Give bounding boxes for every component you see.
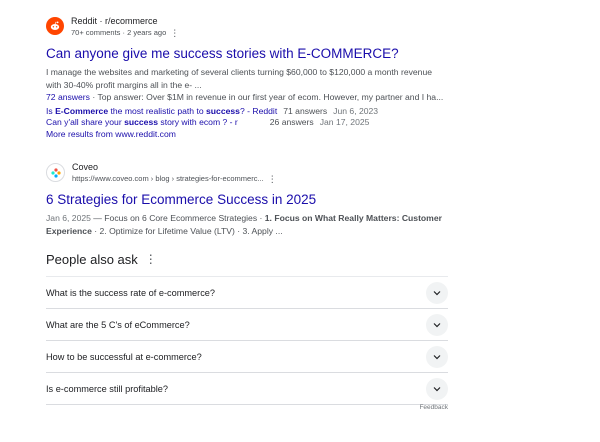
sitelink-bold: E-Commerce [55,105,109,116]
sitelink-link[interactable]: Can y'all share your success story with … [46,117,238,128]
reddit-logo-icon [46,17,64,35]
paa-menu-icon[interactable]: ⋮ [145,252,157,266]
paa-heading: People also ask [46,251,138,267]
more-options-icon[interactable]: ⋮ [268,174,277,184]
source-name: Coveo [72,162,99,172]
more-options-icon[interactable]: ⋮ [170,28,179,38]
sitelink-text: ? - Reddit [239,105,278,116]
result-source[interactable]: Reddit · r/ecommerce 70+ comments · 2 ye… [46,16,456,38]
sitelink-answers: 71 answers [283,105,328,116]
sitelink-bold: success [206,105,240,116]
result-title-link[interactable]: 6 Strategies for Ecommerce Success in 20… [46,191,456,208]
sitelink-date: Jan 17, 2025 [319,116,370,127]
sitelink-text: the most realistic path to [108,105,207,116]
sitelink-date: Jun 6, 2023 [333,105,379,116]
paa-header: People also ask ⋮ [46,249,448,269]
search-result-reddit: Reddit · r/ecommerce 70+ comments · 2 ye… [46,16,456,139]
source-meta: 70+ comments · 2 years ago [71,28,167,37]
people-also-ask: People also ask ⋮ What is the success ra… [46,249,448,411]
sitelink-row: Can y'all share your success story with … [46,117,456,128]
sitelinks: Is E-Commerce the most realistic path to… [46,106,456,128]
feedback-link[interactable]: Feedback [419,404,448,411]
snippet-line: I manage the websites and marketing of s… [46,67,433,77]
snippet-text: · 2. Optimize for Lifetime Value (LTV) ·… [91,225,283,236]
paa-list: What is the success rate of e-commerce? … [46,276,448,405]
result-date: Jan 6, 2025 [46,213,91,223]
result-snippet: I manage the websites and marketing of s… [46,66,456,104]
chevron-down-icon[interactable] [426,281,448,304]
source-name: Reddit · r/ecommerce [71,16,158,26]
result-title-link[interactable]: Can anyone give me success stories with … [46,45,456,62]
chevron-down-icon[interactable] [426,345,448,368]
snippet-bold: 1. Focus on What Really Matters: Custome… [264,213,442,223]
question-text: How to be successful at e-commerce? [46,351,202,362]
search-result-coveo: Coveo https://www.coveo.com › blog › str… [46,162,456,237]
sitelink-text: Can y'all share your [46,116,125,127]
paa-question[interactable]: What are the 5 C's of eCommerce? [46,309,448,341]
sitelink-answers: 26 answers [269,116,314,127]
snippet-line: with 30-40% profit margins all in the e-… [46,79,202,90]
question-text: Is e-commerce still profitable? [46,383,169,394]
paa-question[interactable]: What is the success rate of e-commerce? [46,277,448,309]
top-answer-text: Top answer: Over $1M in revenue in our f… [97,92,444,102]
sitelink-link[interactable]: Is E-Commerce the most realistic path to… [46,106,277,117]
snippet-text: Focus on 6 Core Ecommerce Strategies · [104,213,265,223]
date-dash: — [90,213,105,223]
snippet-bold: Experience [46,225,92,236]
sitelink-row: Is E-Commerce the most realistic path to… [46,106,456,117]
paa-question[interactable]: How to be successful at e-commerce? [46,341,448,373]
paa-question[interactable]: Is e-commerce still profitable? [46,373,448,405]
sitelink-bold: success [124,116,159,127]
more-results-link[interactable]: More results from www.reddit.com [46,129,456,139]
source-url: https://www.coveo.com › blog › strategie… [72,174,264,183]
result-snippet: Jan 6, 2025 — Focus on 6 Core Ecommerce … [46,212,456,237]
question-text: What are the 5 C's of eCommerce? [46,319,190,330]
question-text: What is the success rate of e-commerce? [46,287,216,298]
result-source[interactable]: Coveo https://www.coveo.com › blog › str… [46,162,456,184]
sitelink-text: Is [46,105,56,116]
chevron-down-icon[interactable] [426,313,448,336]
coveo-logo-icon [46,163,65,182]
chevron-down-icon[interactable] [426,377,448,400]
sitelink-text: story with ecom ? - r [158,116,238,127]
search-results-page: Reddit · r/ecommerce 70+ comments · 2 ye… [0,0,600,442]
answers-count-link[interactable]: 72 answers [46,92,90,102]
